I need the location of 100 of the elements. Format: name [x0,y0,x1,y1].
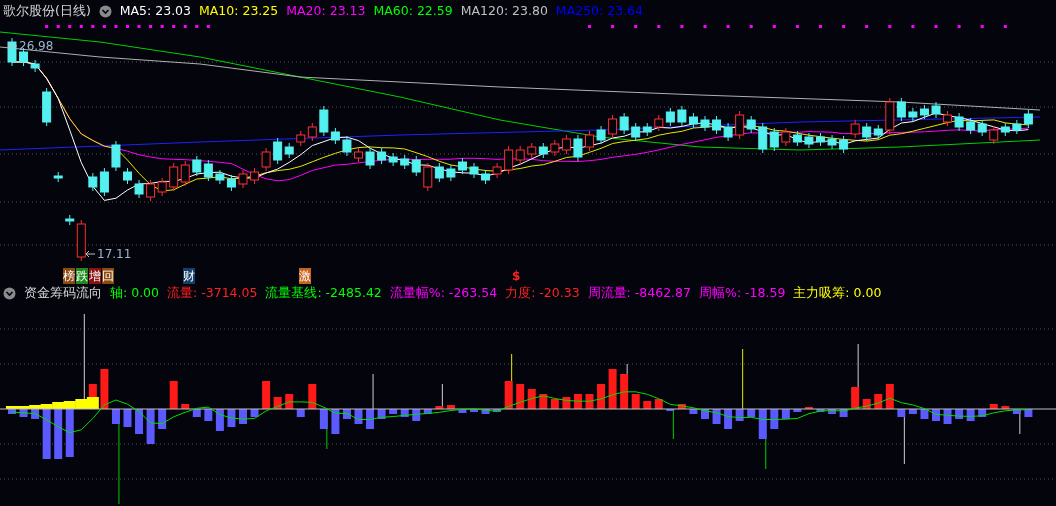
candlestick [608,114,618,139]
candlestick [538,142,548,159]
candlestick [53,171,63,183]
indicator-reading: 周流量: -8462.87 [587,283,691,302]
candlestick [850,119,860,139]
candlestick [527,142,537,159]
candlestick [307,122,317,142]
candlestick [631,122,641,142]
candlestick [388,152,398,167]
candlestick [688,112,698,129]
candlestick [111,140,121,172]
candlestick [642,122,652,137]
candlestick [769,127,779,152]
candlestick [296,130,306,147]
candlestick [954,112,964,132]
candlestick [573,134,583,162]
candlestick [400,154,410,170]
dropdown-icon[interactable] [98,4,112,18]
candlestick [411,155,421,177]
candlestick [1023,109,1033,129]
signal-marker: 增 [89,268,101,284]
candlestick [469,162,479,179]
candlestick [585,130,594,152]
candlestick [203,159,213,182]
candlestick [1012,119,1022,135]
arrow-icon [84,250,96,258]
candlestick [180,160,190,187]
candlestick [677,105,687,127]
arrow-icon [6,42,18,50]
candlestick [596,125,606,145]
candlestick [250,167,260,185]
candlestick [966,117,976,135]
indicator-reading: 流量幅%: -263.54 [389,283,498,302]
candlestick [169,162,179,192]
candlestick [377,147,387,165]
low-price-label: 17.11 [97,248,132,260]
candlestick [134,179,144,199]
ma-legend-label: MA10: 23.25 [199,1,279,20]
candlestick [457,157,467,175]
stock-title: 歌尔股份(日线) [3,1,91,20]
signal-marker: 激 [299,268,311,284]
candlestick [654,114,664,132]
candlestick [226,174,236,192]
signal-marker: $ [512,268,521,284]
indicator-reading: 轴: 0.00 [110,283,160,302]
candlestick [492,162,502,179]
candlestick [723,122,733,142]
candlestick [157,177,167,197]
candlestick [977,119,987,137]
signal-marker: 跌 [76,268,88,284]
candlestick [665,107,675,127]
candlestick [700,115,710,132]
indicator-title: 资金筹码流向 [24,283,102,302]
candlestick [943,110,953,127]
candlestick [839,135,849,154]
candlestick [434,162,444,183]
candlestick [561,134,571,155]
ma-legend-label: MA250: 23.64 [555,1,644,20]
candlestick [365,147,375,170]
candlestick [816,132,825,147]
candlestick [192,155,202,177]
high-price-label: 26.98 [19,40,54,52]
ma-legend-label: MA5: 23.03 [119,1,192,20]
indicator-reading: 力度: -20.33 [505,283,580,302]
signal-marker: 回 [102,268,114,284]
signal-marker: 榜 [63,268,75,284]
candlestick [908,107,918,122]
candlestick [342,135,352,157]
indicator-reading: 周幅%: -18.59 [699,283,786,302]
indicator-reading: 主力吸筹: 0.00 [793,283,882,302]
dropdown-icon[interactable] [3,286,16,300]
candlestick [123,167,132,185]
candlestick [712,115,722,135]
candlestick [804,132,814,149]
candlestick [423,162,433,192]
ma-legend-label: MA120: 23.80 [460,1,548,20]
candlestick [873,124,883,140]
candlestick [238,169,248,189]
candlestick [42,87,52,127]
candlestick [827,134,837,150]
candlestick [919,104,929,120]
candlestick [781,127,791,147]
signal-marker: 财 [183,268,195,284]
candlestick [7,37,17,67]
candlestick [758,122,768,154]
ma-legend-label: MA60: 22.59 [373,1,453,20]
candlestick [146,179,156,202]
candlestick [354,147,363,163]
candlestick [931,101,941,119]
indicator-reading: 流量: -3714.05 [167,283,258,302]
candlestick [550,139,560,157]
candlestick [792,130,802,147]
candlestick [1000,122,1010,137]
candlestick [481,169,491,185]
candlestick [862,122,872,142]
candlestick [215,169,225,185]
candlestick [989,125,999,145]
indicator-reading: 流量基线: -2485.42 [265,283,382,302]
candlestick [30,59,40,73]
candlestick [446,164,456,182]
